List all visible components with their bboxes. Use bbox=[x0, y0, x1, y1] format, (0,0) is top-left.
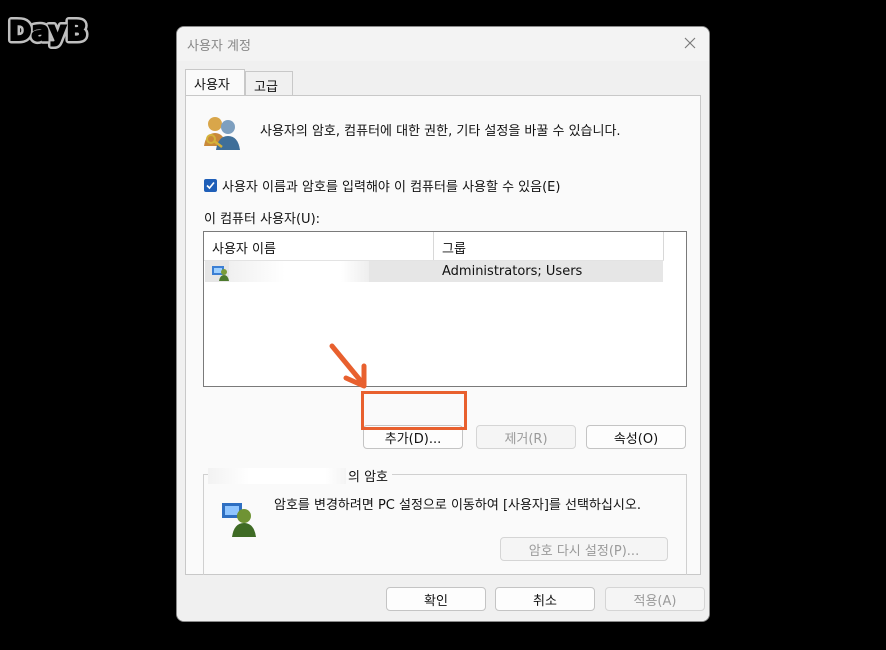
checkmark-icon bbox=[206, 181, 215, 190]
column-divider[interactable] bbox=[433, 232, 434, 260]
table-row[interactable]: Administrators; Users bbox=[205, 261, 663, 282]
logo-text: DayB bbox=[9, 16, 87, 47]
user-group: Administrators; Users bbox=[442, 264, 583, 279]
ok-button[interactable]: 확인 bbox=[386, 587, 486, 611]
password-legend-text: 의 암호 bbox=[348, 470, 389, 485]
dialog-footer: 확인 취소 적용(A) bbox=[177, 575, 709, 621]
require-login-row[interactable]: 사용자 이름과 암호를 입력해야 이 컴퓨터를 사용할 수 있음(E) bbox=[204, 176, 560, 195]
cancel-button[interactable]: 취소 bbox=[495, 587, 595, 611]
user-accounts-dialog: 사용자 계정 사용자 고급 사용자의 암호, 컴퓨터에 대한 권한, 기타 설정… bbox=[176, 26, 710, 622]
password-group-legend: 의 암호 bbox=[208, 466, 393, 485]
blurred-username bbox=[229, 261, 369, 282]
remove-button[interactable]: 제거(R) bbox=[476, 425, 576, 449]
password-help-text: 암호를 변경하려면 PC 설정으로 이동하여 [사용자]를 선택하십시오. bbox=[274, 498, 641, 513]
tab-users[interactable]: 사용자 bbox=[185, 69, 245, 95]
password-groupbox: 의 암호 암호를 변경하려면 PC 설정으로 이동하여 [사용자]를 선택하십시… bbox=[203, 466, 687, 581]
users-list-label: 이 컴퓨터 사용자(U): bbox=[204, 212, 321, 227]
require-login-checkbox[interactable] bbox=[204, 179, 217, 192]
column-divider[interactable] bbox=[663, 232, 664, 260]
user-icon bbox=[212, 266, 229, 281]
annotation-highlight-box bbox=[361, 391, 467, 430]
column-header-group[interactable]: 그룹 bbox=[442, 238, 466, 257]
annotation-arrow-icon bbox=[329, 343, 367, 389]
intro-text: 사용자의 암호, 컴퓨터에 대한 권한, 기타 설정을 바꿀 수 있습니다. bbox=[260, 124, 621, 139]
close-icon bbox=[684, 37, 696, 49]
users-tab-panel: 사용자의 암호, 컴퓨터에 대한 권한, 기타 설정을 바꿀 수 있습니다. 사… bbox=[185, 95, 701, 581]
tab-advanced[interactable]: 고급 bbox=[245, 71, 293, 95]
properties-button[interactable]: 속성(O) bbox=[586, 425, 686, 449]
title-bar: 사용자 계정 bbox=[177, 27, 709, 61]
window-title: 사용자 계정 bbox=[187, 39, 251, 54]
require-login-label: 사용자 이름과 암호를 입력해야 이 컴퓨터를 사용할 수 있음(E) bbox=[222, 180, 561, 195]
user-key-icon bbox=[222, 503, 256, 537]
blurred-account-name bbox=[208, 467, 346, 484]
users-listview[interactable]: 사용자 이름 그룹 Administrators; Users bbox=[203, 231, 687, 387]
column-header-username[interactable]: 사용자 이름 bbox=[212, 238, 276, 257]
dayb-logo: DayB DayB bbox=[6, 6, 90, 56]
apply-button[interactable]: 적용(A) bbox=[605, 587, 705, 611]
reset-password-button[interactable]: 암호 다시 설정(P)... bbox=[500, 537, 668, 561]
close-button[interactable] bbox=[675, 29, 705, 57]
listview-header: 사용자 이름 그룹 bbox=[204, 232, 664, 261]
users-icon bbox=[204, 117, 240, 150]
